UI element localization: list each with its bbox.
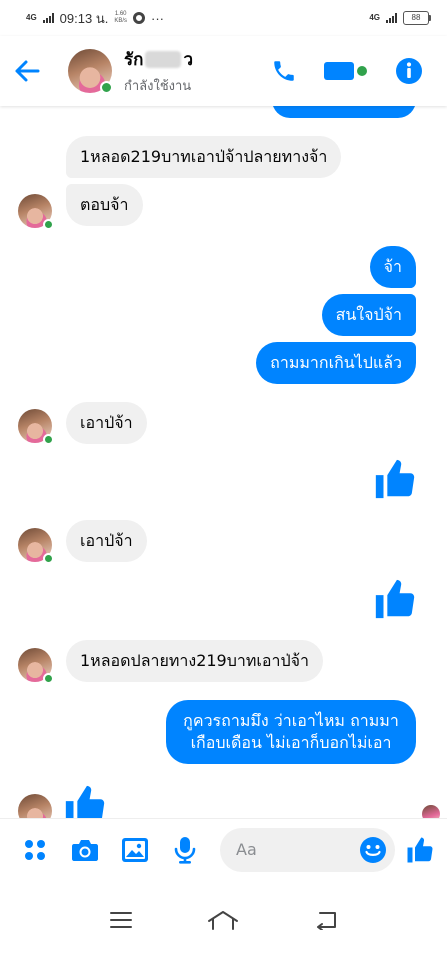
sender-avatar[interactable] bbox=[18, 409, 54, 445]
back-arrow-icon bbox=[15, 60, 40, 82]
thumbs-up-icon[interactable] bbox=[372, 456, 418, 502]
message-bubble-outgoing[interactable]: กูควรถามมึง ว่าเอาไหม ถามมา เกือบเดือน ไ… bbox=[166, 700, 416, 764]
system-navbar bbox=[0, 880, 447, 960]
message-bubble-incoming[interactable]: ตอบจ้า bbox=[66, 184, 143, 226]
message-bubble-incoming[interactable]: 1หลอดปลายทาง219บาทเอาป่จ้า bbox=[66, 640, 323, 682]
signal-icon bbox=[42, 13, 54, 23]
camera-button[interactable] bbox=[70, 835, 100, 865]
more-notifications: ··· bbox=[151, 10, 164, 26]
contact-info[interactable]: รัก ว กำลังใช้งาน bbox=[124, 46, 271, 96]
speed-value: 1.60 bbox=[114, 11, 127, 17]
message-input[interactable] bbox=[236, 840, 359, 859]
name-redaction bbox=[145, 51, 182, 68]
thumbs-up-icon[interactable] bbox=[62, 782, 108, 818]
battery-icon: 88 bbox=[403, 11, 431, 25]
contact-name-suffix: ว bbox=[183, 50, 193, 70]
sender-avatar[interactable] bbox=[18, 194, 54, 230]
battery-level: 88 bbox=[403, 11, 429, 25]
message-bubble-incoming[interactable]: เอาป่จ้า bbox=[66, 520, 147, 562]
online-indicator bbox=[43, 219, 54, 230]
avatar-image bbox=[18, 794, 52, 818]
message-line: เกือบเดือน ไม่เอาก็บอกไม่เอา bbox=[190, 733, 392, 752]
online-indicator bbox=[100, 81, 113, 94]
status-right: 4G 88 bbox=[369, 11, 431, 25]
info-icon[interactable] bbox=[395, 57, 423, 85]
message-bubble-incoming[interactable]: 1หลอด219บาทเอาป่จ้าปลายทางจ้า bbox=[66, 136, 342, 178]
voice-button[interactable] bbox=[170, 835, 200, 865]
emoji-icon[interactable] bbox=[359, 836, 387, 864]
thumbs-up-icon[interactable] bbox=[372, 576, 418, 622]
apps-button[interactable] bbox=[20, 835, 50, 865]
message-bubble-outgoing[interactable]: จ้า bbox=[369, 246, 416, 288]
back-button[interactable] bbox=[0, 36, 54, 106]
contact-name: รัก ว bbox=[124, 46, 271, 73]
apps-grid-icon bbox=[25, 839, 45, 860]
message-bubble-outgoing[interactable]: ถามมากเกินไปแล้ว bbox=[256, 342, 416, 384]
sender-avatar[interactable] bbox=[18, 528, 54, 564]
video-camera-icon[interactable] bbox=[323, 59, 369, 83]
message-composer bbox=[0, 818, 447, 880]
gallery-button[interactable] bbox=[120, 835, 150, 865]
clock: 09:13 น. bbox=[59, 10, 109, 26]
back-icon bbox=[316, 912, 336, 930]
recents-button[interactable] bbox=[101, 900, 141, 940]
chrome-icon bbox=[133, 12, 145, 24]
network-label: 4G bbox=[26, 13, 37, 22]
status-bar: 4G 09:13 น. 1.60 KB/s ··· 4G 88 bbox=[0, 0, 447, 36]
message-bubble-outgoing[interactable]: สนใจป่จ้า bbox=[321, 294, 416, 336]
online-indicator bbox=[43, 673, 54, 684]
image-icon bbox=[122, 837, 148, 862]
online-indicator bbox=[43, 434, 54, 445]
home-button[interactable] bbox=[203, 900, 243, 940]
contact-avatar[interactable] bbox=[68, 49, 113, 94]
contact-name-prefix: รัก bbox=[124, 50, 144, 70]
sender-avatar[interactable] bbox=[18, 794, 52, 818]
header-actions bbox=[271, 57, 447, 85]
online-indicator bbox=[43, 553, 54, 564]
chat-header: รัก ว กำลังใช้งาน bbox=[0, 36, 447, 106]
microphone-icon bbox=[174, 836, 196, 864]
contact-status: กำลังใช้งาน bbox=[124, 79, 192, 94]
message-input-wrapper bbox=[220, 827, 395, 872]
network-speed: 1.60 KB/s bbox=[114, 11, 127, 25]
menu-icon bbox=[110, 912, 133, 928]
home-icon bbox=[208, 911, 239, 930]
network-label-right: 4G bbox=[369, 13, 380, 22]
seen-indicator-avatar bbox=[422, 805, 440, 818]
status-left: 4G 09:13 น. 1.60 KB/s ··· bbox=[26, 8, 164, 29]
camera-icon bbox=[72, 839, 98, 861]
sender-avatar[interactable] bbox=[18, 648, 54, 684]
signal-icon-right bbox=[386, 13, 397, 23]
message-bubble-incoming[interactable]: เอาป่จ้า bbox=[66, 402, 147, 444]
back-nav-button[interactable] bbox=[306, 900, 346, 940]
phone-icon[interactable] bbox=[271, 58, 297, 84]
message-list[interactable]: 1หลอด219บาทเอาป่จ้าปลายทางจ้า ตอบจ้า จ้า… bbox=[0, 106, 447, 818]
message-bubble-partial[interactable] bbox=[272, 106, 416, 118]
message-line: กูควรถามมึง ว่าเอาไหม ถามมา bbox=[183, 711, 399, 730]
speed-unit: KB/s bbox=[114, 18, 127, 24]
thumbs-up-icon[interactable] bbox=[405, 835, 435, 865]
